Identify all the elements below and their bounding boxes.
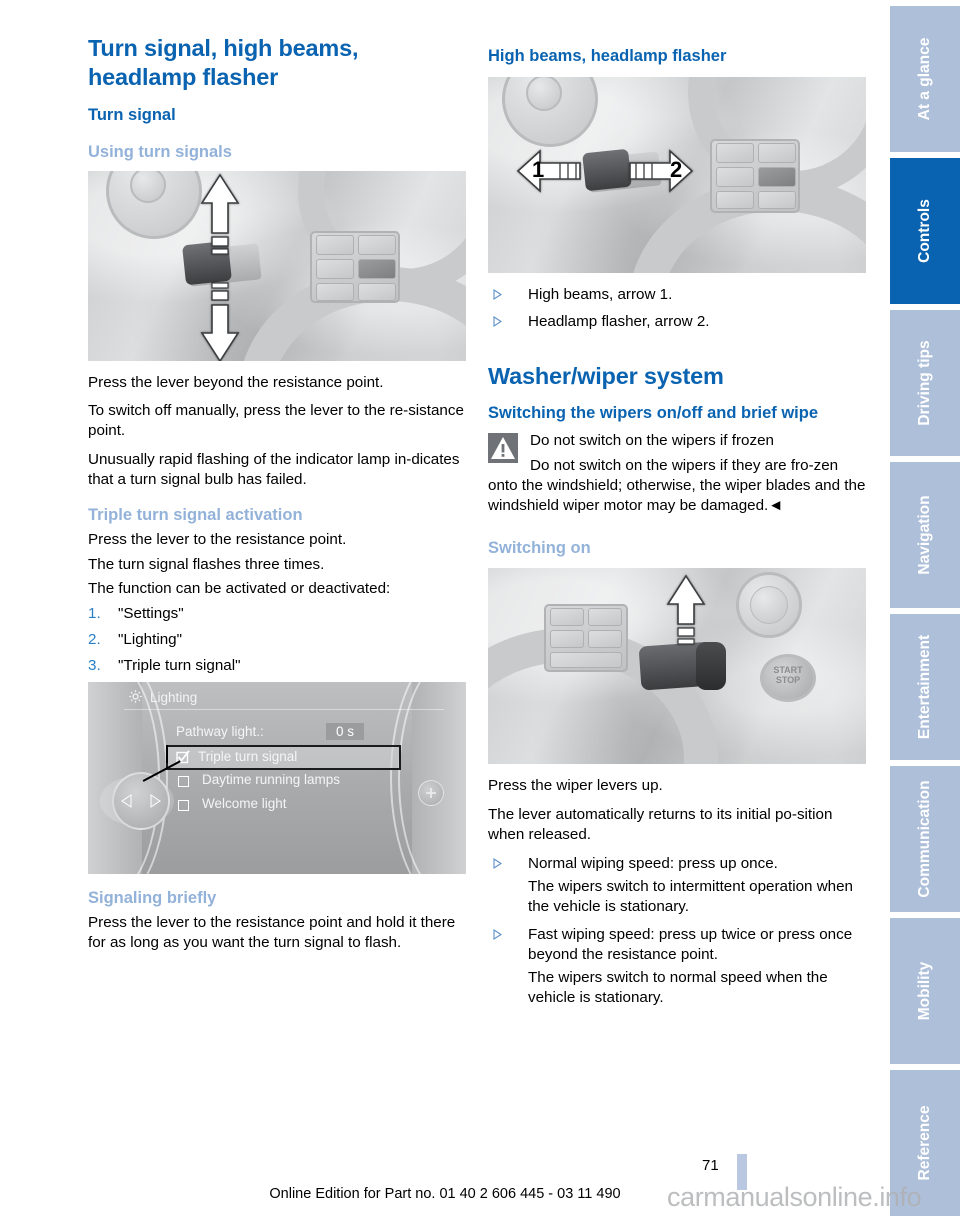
bullet-sub-normal-wiping: The wipers switch to intermittent operat… (528, 878, 853, 916)
list-number: 3. (88, 657, 101, 675)
tab-label: Controls (916, 199, 933, 263)
checkbox-unchecked-icon[interactable] (178, 800, 189, 812)
watermark: carmanualsonline.info (667, 1182, 922, 1212)
triangle-bullet-icon (493, 288, 502, 300)
manual-page: Turn signal, high beams, headlamp flashe… (0, 0, 960, 1222)
idrive-setting-value[interactable]: 0 s (326, 723, 365, 741)
arrow-left-icon (516, 148, 581, 193)
tab-label: Reference (916, 1105, 933, 1181)
tab-mobility[interactable]: Mobility (890, 918, 960, 1064)
warning-block: Do not switch on the wipers if frozen Do… (488, 431, 866, 515)
section-tabs: At a glance Controls Driving tips Naviga… (890, 0, 960, 1222)
triangle-bullet-icon (493, 316, 502, 328)
figure-arrow-label-2: 2 (670, 156, 683, 182)
subheading-signaling-briefly: Signaling briefly (88, 889, 217, 908)
page-number: 71 (702, 1157, 719, 1174)
idrive-option-welcome-light[interactable]: Welcome light (202, 796, 287, 811)
idrive-option-triple-turn-signal[interactable]: Triple turn signal (198, 749, 297, 764)
page-title: Turn signal, high beams, headlamp flashe… (88, 35, 359, 90)
idrive-divider (124, 709, 444, 711)
tab-label: Driving tips (916, 340, 933, 426)
paragraph-signaling-briefly: Press the lever to the resistance point … (88, 914, 456, 951)
idrive-menu-title: Lighting (150, 690, 198, 706)
subheading-switching-wipers: Switching the wipers on/off and brief wi… (488, 403, 819, 422)
list-item-lighting: 2. "Lighting" (88, 630, 466, 650)
bullet-label: Fast wiping speed: press up twice or pre… (528, 925, 853, 963)
paragraph-press-lever-beyond: Press the lever beyond the resistance po… (88, 373, 384, 391)
tab-navigation[interactable]: Navigation (890, 462, 960, 608)
triangle-bullet-icon (493, 928, 502, 940)
arrow-right-icon (629, 148, 694, 193)
tab-communication[interactable]: Communication (890, 766, 960, 912)
arrow-down-icon (200, 281, 240, 361)
warning-body: Do not switch on the wipers if they are … (488, 456, 866, 515)
start-stop-button-label: START STOP (773, 665, 803, 685)
list-item-settings: 1. "Settings" (88, 604, 466, 624)
paragraph-lever-returns: The lever automatically returns to its i… (488, 806, 833, 843)
list-item-triple-turn-signal: 3. "Triple turn signal" (88, 656, 466, 676)
paragraph-switch-off-manually: To switch off manually, press the lever … (88, 402, 464, 440)
gear-icon (129, 690, 142, 704)
bullet-label: Normal wiping speed: press up once. (528, 854, 778, 872)
figure-wiper-lever: START STOP (488, 568, 866, 765)
tab-driving-tips[interactable]: Driving tips (890, 310, 960, 456)
list-item-label: "Lighting" (118, 631, 182, 649)
list-number: 2. (88, 631, 101, 649)
subheading-using-turn-signals: Using turn signals (88, 142, 232, 161)
subheading-triple-turn-signal: Triple turn signal activation (88, 506, 303, 525)
figure-arrow-label-1: 1 (532, 156, 545, 182)
controller-arrows-icon (121, 794, 161, 809)
paragraph-press-lever-resistance: Press the lever to the resistance point. (88, 530, 347, 548)
bullet-label: High beams, arrow 1. (528, 285, 673, 303)
tab-label: Navigation (916, 495, 933, 575)
figure-idrive-lighting-menu: Lighting Pathway light.: 0 s Triple turn… (88, 682, 466, 875)
bullet-headlamp-flasher: Headlamp flasher, arrow 2. (488, 312, 866, 332)
subheading-switching-on: Switching on (488, 538, 591, 557)
section-title-washer-wiper: Washer/wiper system (488, 363, 724, 390)
paragraph-activated-deactivated: The function can be activated or deactiv… (88, 580, 391, 598)
right-column: High beams, headlamp flasher 1 2 High be… (488, 34, 866, 1016)
idrive-setting-label: Pathway light.: (176, 724, 264, 740)
plus-icon (426, 788, 436, 799)
subheading-high-beams-flasher: High beams, headlamp flasher (488, 47, 727, 65)
figure-turn-signal-stalk (88, 170, 466, 361)
tab-entertainment[interactable]: Entertainment (890, 614, 960, 760)
tab-label: At a glance (916, 37, 933, 121)
idrive-option-daytime-running-lamps[interactable]: Daytime running lamps (202, 772, 340, 787)
section-heading-turn-signal: Turn signal (88, 106, 176, 125)
tab-at-a-glance[interactable]: At a glance (890, 6, 960, 152)
warning-body-text: Do not switch on the wipers if they are … (488, 457, 866, 514)
left-column: Turn signal, high beams, headlamp flashe… (88, 34, 466, 962)
bullet-sub-fast-wiping: The wipers switch to normal speed when t… (528, 969, 828, 1007)
arrow-up-icon (666, 574, 706, 645)
arrow-up-icon (200, 173, 240, 255)
tab-label: Mobility (916, 961, 933, 1021)
list-item-label: "Settings" (118, 605, 184, 623)
list-number: 1. (88, 605, 101, 623)
checkbox-unchecked-icon[interactable] (178, 776, 189, 788)
bullet-normal-wiping-speed: Normal wiping speed: press up once. (488, 854, 866, 874)
tab-label: Communication (916, 780, 933, 898)
tab-label: Entertainment (916, 634, 933, 740)
triangle-bullet-icon (493, 857, 502, 869)
bullet-high-beams: High beams, arrow 1. (488, 285, 866, 305)
paragraph-rapid-flashing: Unusually rapid flashing of the indicato… (88, 450, 460, 488)
paragraph-flashes-three-times: The turn signal flashes three times. (88, 555, 325, 573)
figure-high-beam-stalk: 1 2 (488, 76, 866, 273)
warning-end-marker: ◄ (768, 496, 784, 514)
warning-headline: Do not switch on the wipers if frozen (530, 432, 774, 450)
bullet-fast-wiping-speed: Fast wiping speed: press up twice or pre… (488, 925, 866, 965)
tab-controls[interactable]: Controls (890, 158, 960, 304)
paragraph-press-wiper-levers: Press the wiper levers up. (488, 777, 663, 795)
list-item-label: "Triple turn signal" (118, 657, 241, 675)
bullet-label: Headlamp flasher, arrow 2. (528, 313, 710, 331)
callout-leader-line-vertical (166, 745, 168, 764)
warning-triangle-icon (488, 433, 518, 464)
